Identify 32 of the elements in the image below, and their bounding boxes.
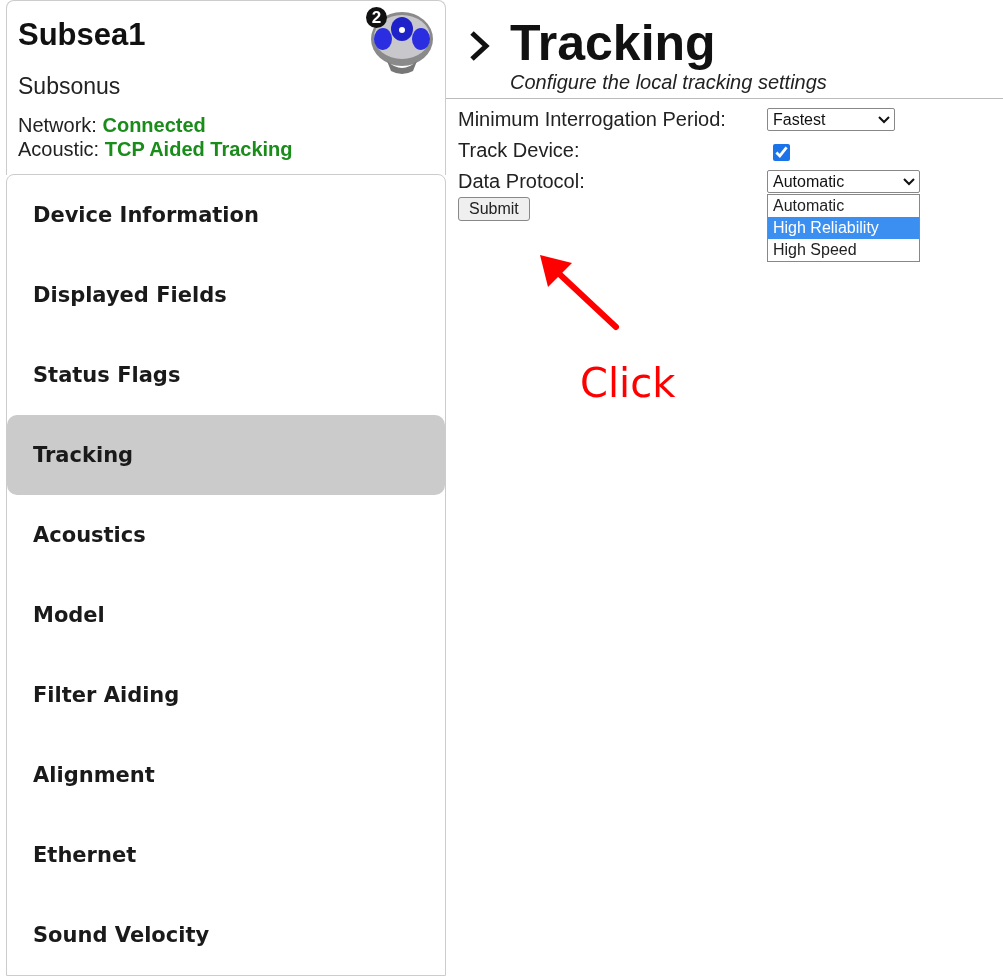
sidebar-item[interactable]: Status Flags xyxy=(7,335,445,415)
sidebar-item[interactable]: Filter Aiding xyxy=(7,655,445,735)
page-title: Tracking xyxy=(510,14,717,72)
checkbox[interactable] xyxy=(773,144,790,161)
annotation-text: Click xyxy=(580,360,676,406)
device-name: Subsea1 xyxy=(18,17,147,53)
submit-button[interactable]: Submit xyxy=(458,197,530,221)
field-label: Minimum Interrogation Period: xyxy=(458,108,726,131)
device-model: Subsonus xyxy=(18,73,122,102)
sidebar-item[interactable]: Model xyxy=(7,575,445,655)
chevron-icon xyxy=(468,30,490,62)
status-value: TCP Aided Tracking xyxy=(104,137,293,160)
sidebar-item[interactable]: Device Information xyxy=(7,175,445,255)
field-label: Data Protocol: xyxy=(458,170,585,193)
sidebar-item[interactable]: Alignment xyxy=(7,735,445,815)
status-label: Acoustic: xyxy=(18,137,100,160)
sidebar-item[interactable]: Displayed Fields xyxy=(7,255,445,335)
caret-icon xyxy=(878,115,890,124)
sidebar-item[interactable]: Acoustics xyxy=(7,495,445,575)
dropdown[interactable]: Fastest xyxy=(767,108,895,131)
page-subtitle: Configure the local tracking settings xyxy=(510,70,827,94)
sidebar-item[interactable]: Sound Velocity xyxy=(7,895,445,975)
sidebar-item[interactable]: Ethernet xyxy=(7,815,445,895)
field-label: Track Device: xyxy=(458,139,580,162)
caret-icon xyxy=(903,177,915,186)
device-icon xyxy=(369,9,435,75)
notification-badge: 2 xyxy=(366,7,387,28)
status-value: Connected xyxy=(102,113,206,136)
dropdown-option[interactable]: High Speed xyxy=(768,239,919,261)
sidebar-item[interactable]: Tracking xyxy=(7,415,445,495)
dropdown-option[interactable]: Automatic xyxy=(768,195,919,217)
status-label: Network: xyxy=(18,113,97,136)
